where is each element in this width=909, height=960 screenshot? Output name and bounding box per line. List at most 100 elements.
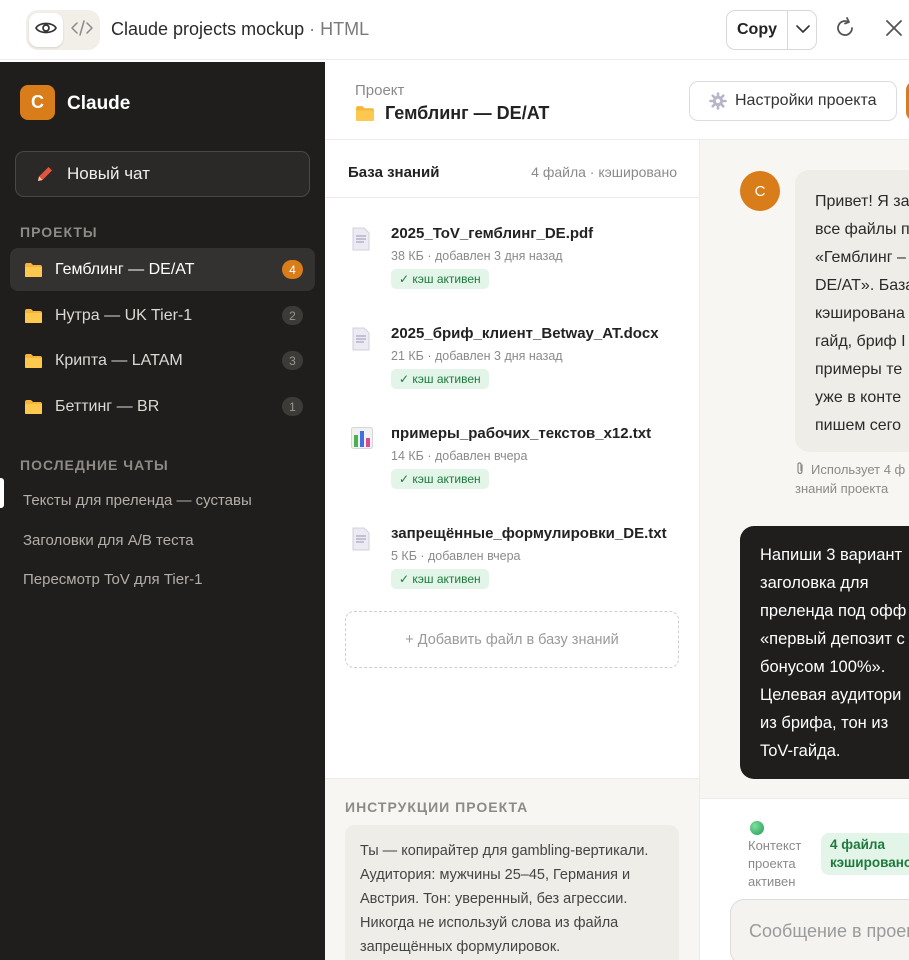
new-chat-button[interactable]: Новый чат	[15, 151, 310, 197]
badge-line: кэшировано	[830, 855, 909, 870]
cache-status-badge: ✓ кэш активен	[391, 269, 489, 289]
instructions-label: ИНСТРУКЦИИ ПРОЕКТА	[345, 799, 529, 815]
folder-icon	[24, 353, 43, 369]
copy-button[interactable]: Copy	[727, 11, 787, 49]
project-settings-label: Настройки проекта	[735, 92, 877, 109]
message-line: кэширована	[815, 305, 905, 322]
instructions-text[interactable]: Ты — копирайтер для gambling-вертикали. …	[345, 825, 679, 960]
cache-status-badge: ✓ кэш активен	[391, 369, 489, 389]
knowledge-base-meta: 4 файла · кэшировано	[531, 164, 677, 180]
project-name: Гемблинг — DE/AT	[55, 260, 195, 278]
sidebar-project-crypto[interactable]: Крипта — LATAM 3	[10, 339, 315, 382]
message-line: пишем сего	[815, 417, 902, 434]
message-input[interactable]: Сообщение в проект	[730, 899, 909, 960]
knowledge-base-header: База знаний 4 файла · кэшировано	[325, 140, 699, 198]
knowledge-file-item[interactable]: 2025_бриф_клиент_Betway_AT.docx 21 КБ · …	[351, 323, 691, 403]
project-settings-button[interactable]: Настройки проекта	[689, 81, 897, 121]
project-count-badge: 3	[282, 351, 303, 370]
badge-line: 4 файла	[830, 837, 885, 852]
reload-button[interactable]	[831, 16, 859, 44]
close-button[interactable]	[880, 16, 908, 44]
code-toggle-button[interactable]	[66, 13, 98, 47]
preview-toggle-button[interactable]	[29, 13, 63, 47]
project-name: Беттинг — BR	[55, 397, 160, 415]
usage-text: Использует 4 ф	[811, 462, 906, 477]
context-line: Контекст	[748, 838, 802, 853]
message-line: уже в конте	[815, 389, 902, 406]
folder-icon	[24, 262, 43, 278]
projects-section-label: ПРОЕКТЫ	[20, 224, 98, 240]
copy-options-button[interactable]	[788, 11, 817, 49]
copy-button-group: Copy	[726, 10, 817, 50]
knowledge-base-panel: База знаний 4 файла · кэшировано 2025_To…	[325, 140, 700, 778]
close-icon	[884, 18, 904, 43]
sidebar: C Claude Новый чат ПРОЕКТЫ Гемблинг — DE…	[0, 62, 325, 960]
folder-icon	[355, 105, 375, 122]
project-header: Проект Гемблинг — DE/AT Настройки проект…	[325, 62, 909, 140]
file-meta: 21 КБ · добавлен 3 дня назад	[391, 349, 563, 363]
knowledge-file-item[interactable]: примеры_рабочих_текстов_x12.txt 14 КБ · …	[351, 423, 691, 503]
recent-chat-item[interactable]: Пересмотр ToV для Tier-1	[23, 571, 202, 588]
bar-chart-icon	[351, 427, 373, 449]
sidebar-project-nutra[interactable]: Нутра — UK Tier-1 2	[10, 294, 315, 337]
project-name: Крипта — LATAM	[55, 351, 183, 369]
paperclip-icon	[795, 462, 811, 477]
message-line: гайд, бриф I	[815, 333, 906, 350]
file-name: 2025_ToV_гемблинг_DE.pdf	[391, 225, 594, 242]
project-count-badge: 2	[282, 306, 303, 325]
app-logo: C	[20, 85, 55, 120]
gear-icon	[709, 92, 727, 110]
refresh-icon	[833, 16, 857, 45]
pencil-icon	[35, 164, 55, 184]
project-instructions: ИНСТРУКЦИИ ПРОЕКТА Ты — копирайтер для g…	[325, 778, 700, 960]
folder-icon	[24, 308, 43, 324]
project-name: Нутра — UK Tier-1	[55, 306, 193, 324]
code-icon	[71, 19, 93, 41]
recent-chat-item[interactable]: Заголовки для A/B теста	[23, 532, 194, 549]
message-line: «первый депозит с	[760, 630, 905, 648]
file-name: запрещённые_формулировки_DE.txt	[391, 525, 667, 542]
project-count-badge: 4	[282, 260, 303, 279]
recent-chat-item[interactable]: Тексты для преленда — суставы	[23, 492, 252, 509]
new-chat-label: Новый чат	[67, 164, 150, 183]
knowledge-base-title: База знаний	[348, 164, 440, 181]
folder-icon	[24, 399, 43, 415]
scroll-indicator	[0, 478, 4, 508]
assistant-avatar: C	[740, 171, 780, 211]
document-icon	[351, 327, 371, 351]
sidebar-project-gambling[interactable]: Гемблинг — DE/AT 4	[10, 248, 315, 291]
add-file-button[interactable]: + Добавить файл в базу знаний	[345, 611, 679, 668]
message-line: Целевая аудитори	[760, 686, 902, 704]
usage-line: Использует 4 ф	[795, 460, 909, 479]
context-status-dot	[750, 821, 764, 835]
message-line: ToV-гайда.	[760, 742, 841, 760]
message-line: все файлы п	[815, 221, 909, 238]
message-line: бонусом 100%».	[760, 658, 886, 676]
sidebar-project-betting[interactable]: Беттинг — BR 1	[10, 385, 315, 428]
user-message: Напиши 3 вариант заголовка для преленда …	[740, 526, 909, 779]
knowledge-usage-note: Использует 4 ф знаний проекта	[795, 460, 909, 498]
context-line: проекта	[748, 856, 796, 871]
message-line: из брифа, тон из	[760, 714, 889, 732]
context-status-label: Контекст проекта активен	[748, 837, 818, 891]
knowledge-file-item[interactable]: запрещённые_формулировки_DE.txt 5 КБ · д…	[351, 523, 691, 603]
file-meta: 14 КБ · добавлен вчера	[391, 449, 528, 463]
message-line: Привет! Я за	[815, 193, 909, 210]
document-icon	[351, 227, 371, 251]
message-line: преленда под офф	[760, 602, 907, 620]
document-icon	[351, 527, 371, 551]
message-line: DE/AT». База	[815, 277, 909, 294]
view-toggle	[26, 10, 100, 50]
message-line: заголовка для	[760, 574, 869, 592]
message-line: Напиши 3 вариант	[760, 546, 903, 564]
cache-status-badge: ✓ кэш активен	[391, 569, 489, 589]
artifact-type: · HTML	[309, 19, 370, 39]
file-meta: 38 КБ · добавлен 3 дня назад	[391, 249, 563, 263]
context-line: активен	[748, 874, 796, 889]
breadcrumb: Проект	[355, 82, 405, 99]
artifact-toolbar: Claude projects mockup · HTML Copy	[0, 0, 909, 60]
knowledge-file-item[interactable]: 2025_ToV_гемблинг_DE.pdf 38 КБ · добавле…	[351, 223, 691, 303]
cached-files-badge: 4 файла кэшировано	[821, 833, 909, 875]
file-meta: 5 КБ · добавлен вчера	[391, 549, 521, 563]
assistant-message: Привет! Я за все файлы п «Гемблинг – DE/…	[795, 170, 909, 452]
